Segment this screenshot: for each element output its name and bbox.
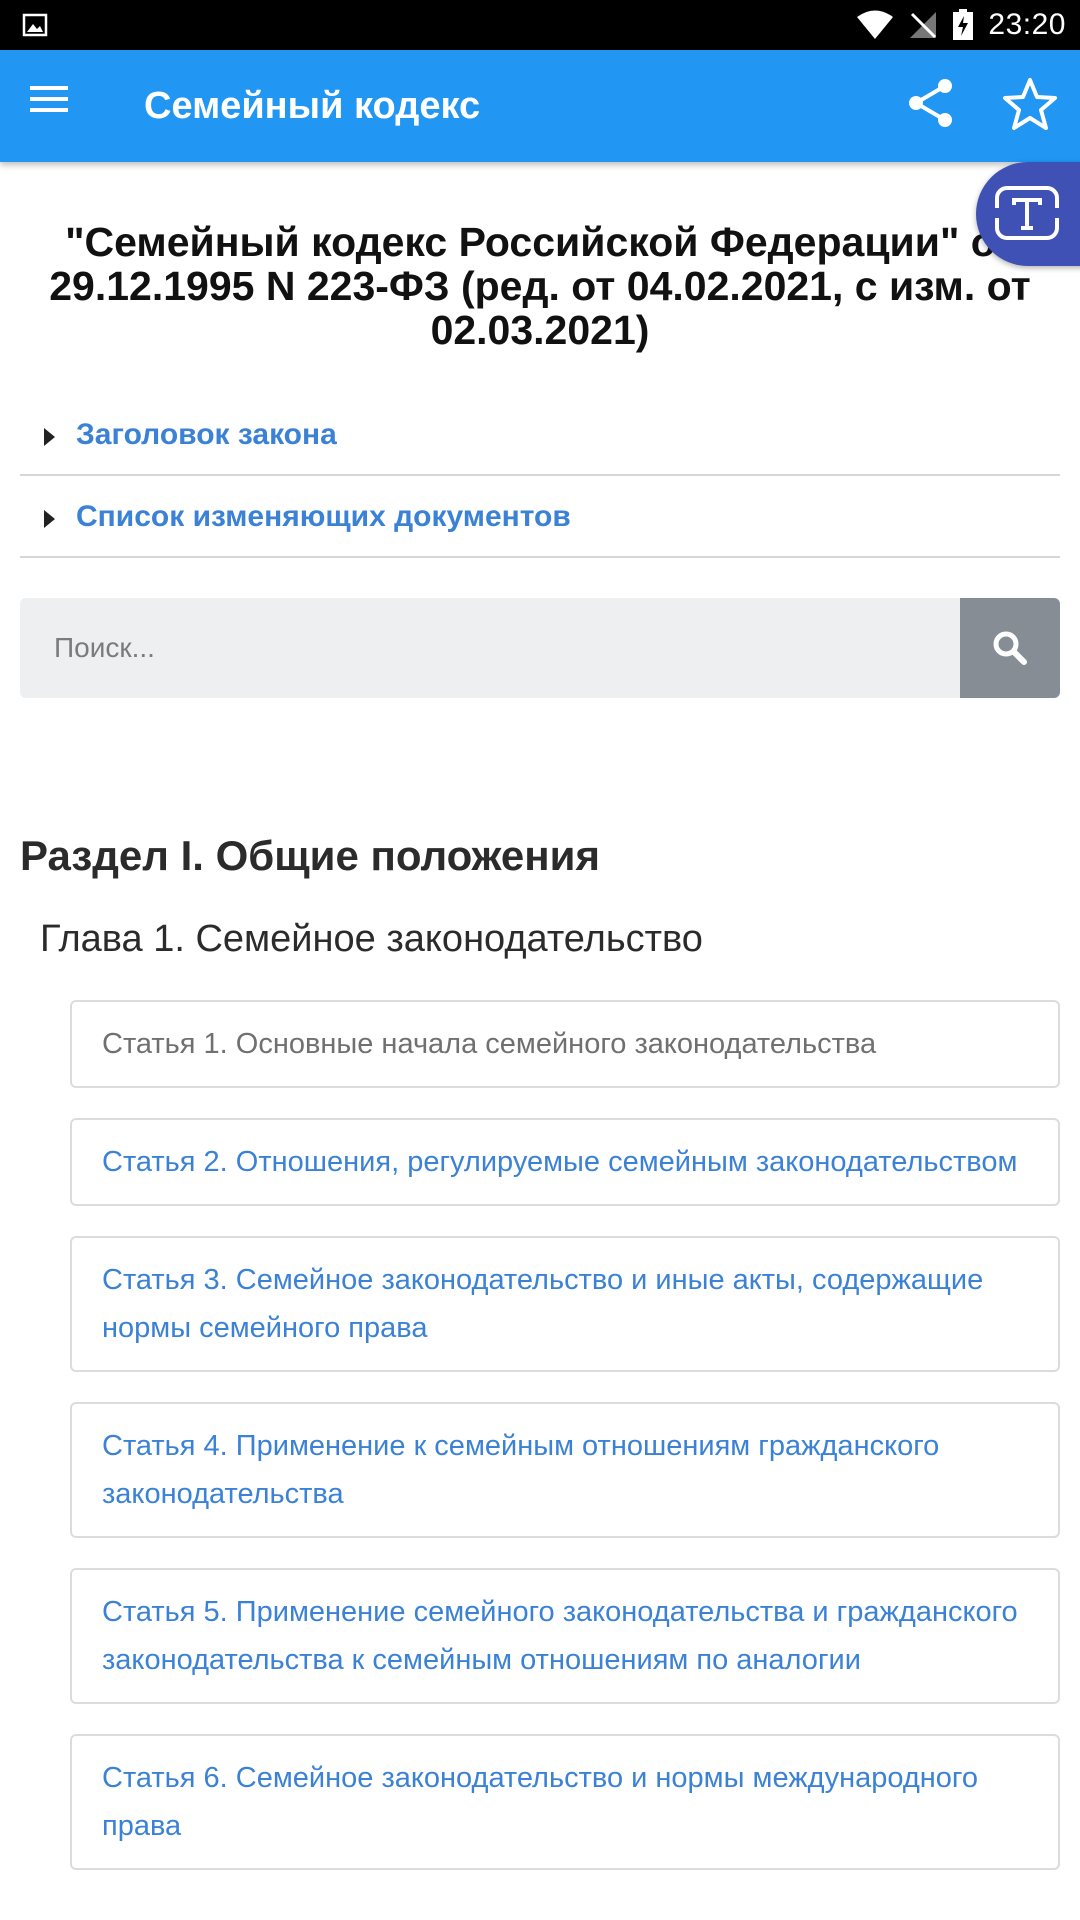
article-link[interactable]: Статья 1. Основные начала семейного зако… <box>70 1000 1060 1088</box>
star-icon <box>1003 78 1057 130</box>
article-link[interactable]: Статья 3. Семейное законодательство и ин… <box>70 1236 1060 1372</box>
article-list: Статья 1. Основные начала семейного зако… <box>70 1000 1060 1900</box>
collapse-label: Список изменяющих документов <box>76 500 571 533</box>
status-bar: 23:20 <box>0 0 1080 50</box>
menu-button[interactable] <box>30 84 84 128</box>
caret-right-icon <box>44 428 55 446</box>
article-link[interactable]: Статья 4. Применение к семейным отношени… <box>70 1402 1060 1538</box>
app-title: Семейный кодекс <box>144 85 481 127</box>
share-icon <box>909 79 952 127</box>
caret-right-icon <box>44 510 55 528</box>
collapse-law-header[interactable]: Заголовок закона <box>20 394 1060 476</box>
wifi-icon <box>857 10 894 39</box>
favorite-button[interactable] <box>1002 76 1062 136</box>
status-time: 23:20 <box>988 8 1066 41</box>
battery-charging-icon <box>953 9 974 40</box>
collapse-label: Заголовок закона <box>76 418 337 451</box>
article-link[interactable]: Статья 6. Семейное законодательство и но… <box>70 1734 1060 1870</box>
chapter-title: Глава 1. Семейное законодательство <box>40 918 703 960</box>
collapse-amending-docs[interactable]: Список изменяющих документов <box>20 476 1060 558</box>
article-link[interactable]: Статья 5. Применение семейного законодат… <box>70 1568 1060 1704</box>
text-format-icon <box>994 186 1060 240</box>
menu-icon <box>30 86 68 112</box>
app-bar: Семейный кодекс <box>0 50 1080 162</box>
search-icon <box>993 631 1027 665</box>
no-signal-icon <box>910 12 937 39</box>
image-icon <box>22 13 48 37</box>
document-title: "Семейный кодекс Российской Федерации" о… <box>49 219 1031 353</box>
search-bar <box>20 598 1060 698</box>
search-button[interactable] <box>960 598 1060 698</box>
share-button[interactable] <box>906 78 962 134</box>
search-input[interactable] <box>20 598 960 698</box>
section-title: Раздел I. Общие положения <box>20 832 600 879</box>
article-link[interactable]: Статья 2. Отношения, регулируемые семейн… <box>70 1118 1060 1206</box>
text-format-button[interactable] <box>976 162 1080 266</box>
